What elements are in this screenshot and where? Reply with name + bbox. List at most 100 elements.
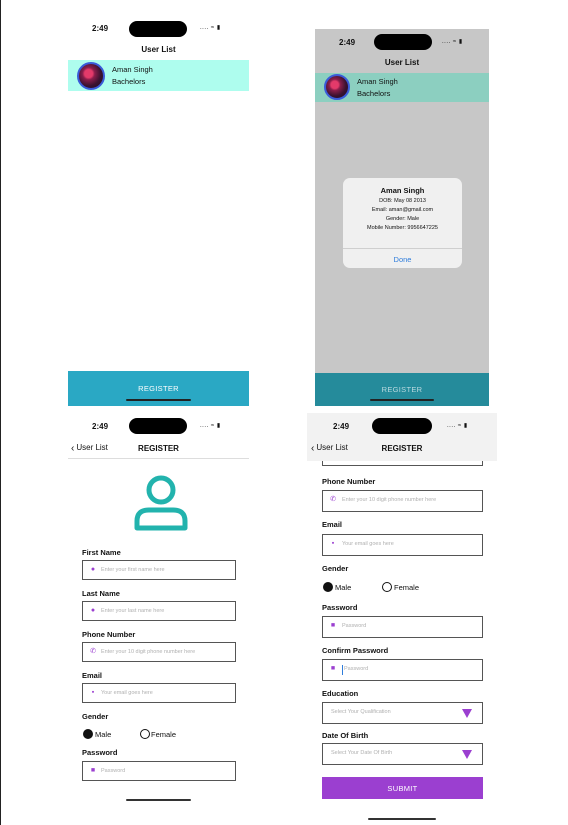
text-cursor [342,665,343,675]
gender-female-radio[interactable] [382,582,392,592]
gender-female-radio[interactable] [140,729,150,739]
email-field[interactable]: ▪ Your email goes here [322,534,483,556]
phone-icon: ✆ [90,648,96,655]
confirm-password-field[interactable]: ■ Password [322,659,483,681]
password-placeholder: Password [342,623,367,629]
alert-mobile: Mobile Number: 9956647225 [367,225,438,231]
phone-field[interactable]: ✆ Enter your 10 digit phone number here [322,490,483,512]
dob-select[interactable]: Select Your Date Of Birth [322,743,483,765]
phone-placeholder: Enter your 10 digit phone number here [342,497,437,503]
battery-icon: ▮ [463,423,468,429]
user-education: Bachelors [112,77,146,86]
education-label: Education [322,689,359,698]
dob-label: Date Of Birth [322,731,369,740]
first-name-label: First Name [82,548,121,557]
phone-placeholder: Enter your 10 digit phone number here [101,649,196,655]
password-field[interactable]: ■ Password [322,616,483,638]
screen-user-list: 2:49 .... ≈ ▮ User List Aman Singh Bache… [68,14,249,406]
page-title: REGISTER [138,444,179,453]
user-row: Aman Singh Bachelors [315,73,489,102]
password-field[interactable]: ■ Password [82,761,236,781]
gender-male-radio[interactable] [323,582,333,592]
wifi-icon: ≈ [210,423,215,429]
status-time: 2:49 [92,24,109,33]
first-name-placeholder: Enter your first name here [101,567,165,573]
nav-divider [68,458,249,459]
email-icon: ▪ [91,689,95,696]
wifi-icon: ≈ [210,25,215,31]
password-placeholder: Password [101,768,126,774]
home-indicator [368,818,436,820]
confirm-password-placeholder: Password [344,666,369,672]
register-button[interactable]: REGISTER [315,373,489,406]
password-label: Password [82,748,118,757]
person-icon: ● [90,566,96,573]
battery-icon: ▮ [216,423,221,429]
lock-icon: ■ [330,665,336,672]
page-title: REGISTER [381,444,423,453]
user-row[interactable]: Aman Singh Bachelors [68,60,249,91]
dynamic-island [374,34,432,50]
email-field[interactable]: ▪ Your email goes here [82,683,236,703]
home-indicator [370,399,434,401]
phone-field[interactable]: ✆ Enter your 10 digit phone number here [82,642,236,662]
user-avatar-icon [134,475,188,531]
user-name: Aman Singh [112,65,153,74]
gender-label: Gender [82,712,109,721]
phone-label: Phone Number [82,630,136,639]
signal-icon: .... [200,423,209,429]
submit-label: SUBMIT [387,784,418,793]
education-select[interactable]: Select Your Qualification [322,702,483,724]
email-label: Email [82,671,103,680]
phone-label: Phone Number [322,477,376,486]
signal-icon: .... [442,39,451,45]
email-icon: ▪ [331,540,335,547]
left-border-line [0,0,1,825]
screen-user-detail: 2:49 .... ≈ ▮ User List Aman Singh Bache… [315,29,489,406]
dropdown-caret-icon [462,709,472,718]
status-time: 2:49 [333,422,350,431]
wifi-icon: ≈ [452,39,457,45]
email-label: Email [322,520,343,529]
alert-gender: Gender: Male [385,216,420,222]
email-placeholder: Your email goes here [101,690,153,696]
battery-icon: ▮ [216,25,221,31]
person-icon: ● [90,607,96,614]
status-time: 2:49 [339,38,356,47]
register-button-label: REGISTER [381,385,423,394]
status-icons: .... ≈ ▮ [447,422,468,429]
dynamic-island [129,21,187,37]
lock-icon: ■ [330,622,336,629]
submit-button[interactable]: SUBMIT [322,777,483,799]
user-name: Aman Singh [357,77,398,86]
gender-female-label: Female [394,583,420,592]
gender-label: Gender [322,564,349,573]
done-button[interactable]: Done [343,255,462,264]
gender-male-label: Male [95,730,112,739]
page-title: User List [384,58,420,67]
gender-female-label: Female [151,730,177,739]
status-icons: .... ≈ ▮ [442,38,463,45]
password-label: Password [322,603,358,612]
status-time: 2:49 [92,422,109,431]
lock-icon: ■ [90,767,96,774]
user-avatar [324,74,350,100]
signal-icon: .... [447,423,456,429]
wifi-icon: ≈ [457,423,462,429]
gender-male-radio[interactable] [83,729,93,739]
first-name-field[interactable]: ● Enter your first name here [82,560,236,580]
user-education: Bachelors [357,89,391,98]
alert-title: Aman Singh [380,186,425,195]
dynamic-island [372,418,432,434]
last-name-field[interactable]: ● Enter your last name here [82,601,236,621]
confirm-password-label: Confirm Password [322,646,389,655]
email-placeholder: Your email goes here [342,541,394,547]
screen-register-top: 2:49 .... ≈ ▮ ‹ User List REGISTER First … [68,413,249,808]
home-indicator [126,799,191,801]
cut-off-field [322,461,483,466]
user-avatar [77,62,105,90]
phone-icon: ✆ [330,496,336,503]
battery-icon: ▮ [458,39,463,45]
status-icons: .... ≈ ▮ [200,24,221,31]
last-name-label: Last Name [82,589,120,598]
